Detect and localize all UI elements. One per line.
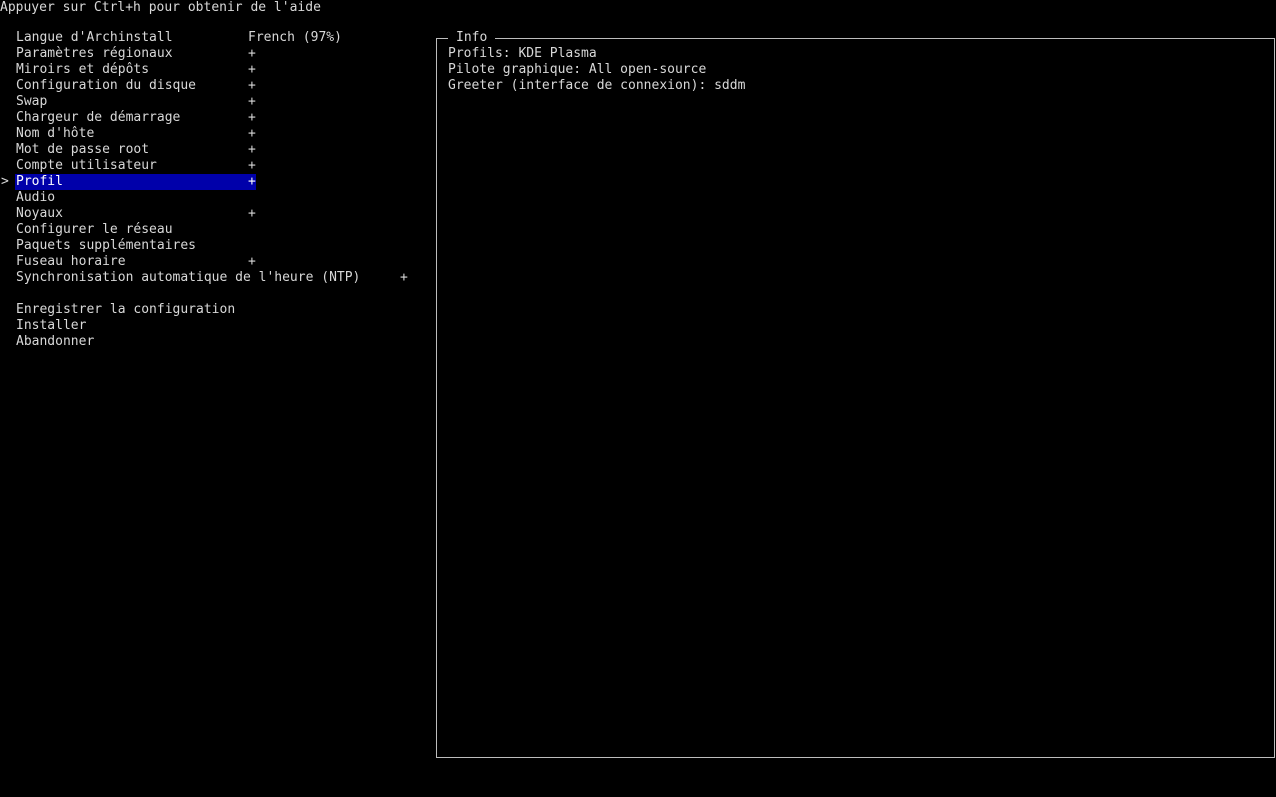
menu-item-value: +	[248, 254, 256, 269]
menu-item-label: Nom d'hôte	[16, 126, 95, 141]
menu-item-locales[interactable]: Paramètres régionaux +	[15, 46, 256, 62]
action-save-config[interactable]: Enregistrer la configuration	[15, 302, 256, 318]
help-hint: Appuyer sur Ctrl+h pour obtenir de l'aid…	[0, 0, 321, 15]
action-install[interactable]: Installer	[15, 318, 256, 334]
info-line-graphics-driver: Pilote graphique: All open-source	[448, 62, 707, 77]
menu-item-label: Swap	[16, 94, 48, 109]
action-label: Abandonner	[16, 334, 95, 349]
menu-item-label: Profil	[16, 174, 63, 189]
menu-item-label: Chargeur de démarrage	[16, 110, 181, 125]
menu-item-value: +	[248, 158, 256, 173]
menu-item-additional-packages[interactable]: Paquets supplémentaires	[15, 238, 256, 254]
menu-item-value: French (97%)	[248, 30, 342, 45]
menu-item-label: Miroirs et dépôts	[16, 62, 150, 77]
menu-item-archinstall-language[interactable]: Langue d'Archinstall French (97%)	[15, 30, 342, 46]
menu-item-timezone[interactable]: Fuseau horaire +	[15, 254, 256, 270]
menu-item-disk-config[interactable]: Configuration du disque +	[15, 78, 256, 94]
menu-item-value: +	[248, 78, 256, 93]
menu-item-value: +	[248, 126, 256, 141]
menu-item-label: Paramètres régionaux	[16, 46, 173, 61]
menu-item-value: +	[248, 62, 256, 77]
menu-item-value: +	[248, 206, 256, 221]
menu-item-mirrors[interactable]: Miroirs et dépôts +	[15, 62, 256, 78]
selection-cursor: >	[1, 174, 9, 189]
menu-item-label: Langue d'Archinstall	[16, 30, 173, 45]
menu-item-swap[interactable]: Swap +	[15, 94, 256, 110]
menu-item-value: +	[248, 46, 256, 61]
menu-item-label: Mot de passe root	[16, 142, 150, 157]
menu-item-profile[interactable]: Profil +	[15, 174, 256, 190]
menu-item-audio[interactable]: Audio	[15, 190, 256, 206]
menu-item-kernels[interactable]: Noyaux +	[15, 206, 256, 222]
menu-item-label: Audio	[16, 190, 56, 205]
menu-item-label: Fuseau horaire	[16, 254, 126, 269]
menu-item-label: Synchronisation automatique de l'heure (…	[16, 270, 361, 285]
action-label: Installer	[16, 318, 87, 333]
menu-item-hostname[interactable]: Nom d'hôte +	[15, 126, 256, 142]
menu-item-bootloader[interactable]: Chargeur de démarrage +	[15, 110, 256, 126]
info-line-greeter: Greeter (interface de connexion): sddm	[448, 78, 746, 93]
menu-item-value: +	[248, 174, 256, 189]
info-line-profiles: Profils: KDE Plasma	[448, 46, 597, 61]
action-label: Enregistrer la configuration	[16, 302, 236, 317]
menu-item-label: Configurer le réseau	[16, 222, 173, 237]
menu-item-value: +	[248, 110, 256, 125]
menu-item-label: Paquets supplémentaires	[16, 238, 197, 253]
menu-item-label: Noyaux	[16, 206, 63, 221]
menu-item-ntp[interactable]: Synchronisation automatique de l'heure (…	[15, 270, 415, 286]
menu-item-root-password[interactable]: Mot de passe root +	[15, 142, 256, 158]
menu-item-value: +	[248, 142, 256, 157]
info-panel	[436, 38, 1275, 758]
action-abort[interactable]: Abandonner	[15, 334, 256, 350]
menu-item-value: +	[248, 94, 256, 109]
info-panel-title: Info	[448, 30, 496, 46]
menu-item-label: Configuration du disque	[16, 78, 197, 93]
menu-item-network[interactable]: Configurer le réseau	[15, 222, 256, 238]
menu-item-user-account[interactable]: Compte utilisateur +	[15, 158, 256, 174]
menu-item-value: +	[400, 270, 408, 285]
menu-item-label: Compte utilisateur	[16, 158, 157, 173]
